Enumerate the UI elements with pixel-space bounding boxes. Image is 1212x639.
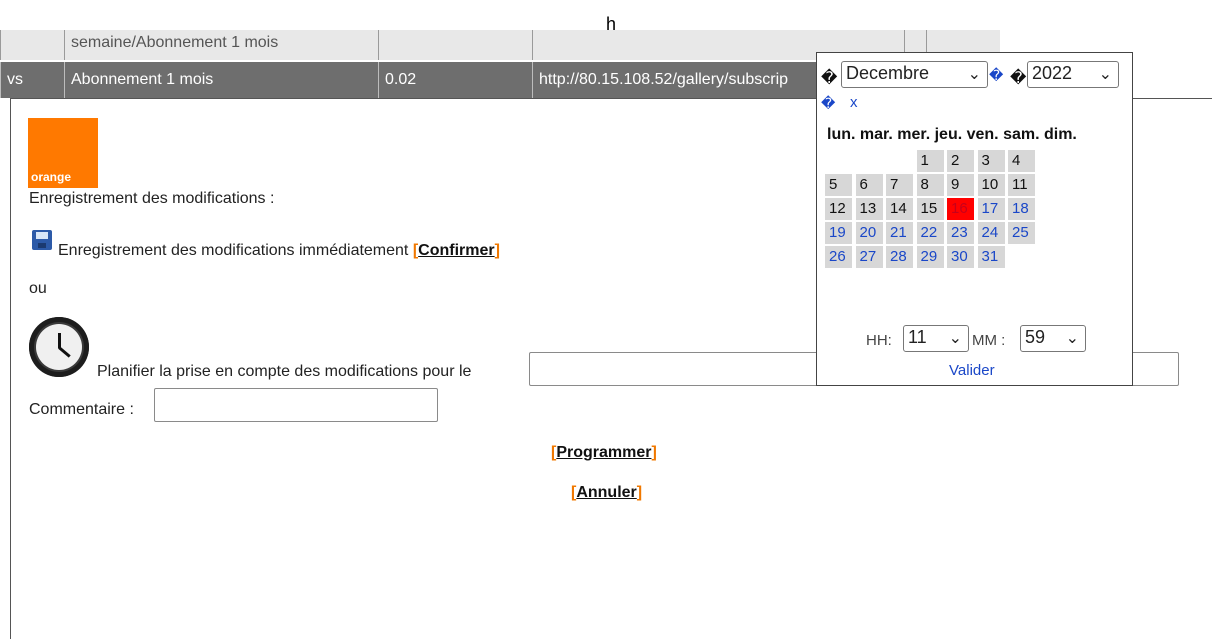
calendar-day[interactable]: 2 [947, 150, 974, 172]
calendar-day[interactable]: 4 [1008, 150, 1035, 172]
table-cell: http://80.15.108.52/gallery/subscrip [532, 62, 832, 98]
minute-select[interactable]: 59 ⌄ [1020, 325, 1086, 352]
next-month-glyph[interactable]: � [989, 67, 1003, 84]
save-icon [32, 230, 52, 250]
table-cell: vs [0, 62, 64, 98]
calendar-day[interactable]: 18 [1008, 198, 1035, 220]
table-cell: Abonnement 1 mois [64, 62, 378, 98]
calendar-day[interactable]: 19 [825, 222, 852, 244]
immediate-text: Enregistrement des modifications immédia… [58, 242, 409, 259]
validate-link[interactable]: Valider [949, 362, 995, 379]
next-year-glyph[interactable]: � [821, 95, 835, 112]
program-link[interactable]: Programmer [556, 444, 651, 461]
month-select[interactable]: Decembre ⌄ [841, 61, 988, 88]
comment-input[interactable] [154, 388, 438, 422]
calendar-day[interactable]: 28 [886, 246, 913, 268]
chevron-down-icon: ⌄ [967, 66, 981, 83]
orange-logo: orange [28, 118, 98, 188]
calendar-popup: � Decembre ⌄ � � 2022 ⌄ � x lun. mar. me… [816, 52, 1133, 386]
prev-year-glyph[interactable]: � [1010, 68, 1026, 88]
hour-select[interactable]: 11 ⌄ [903, 325, 969, 352]
clock-icon [29, 317, 89, 377]
calendar-day[interactable]: 25 [1008, 222, 1035, 244]
calendar-day[interactable]: 22 [916, 222, 944, 244]
calendar-day[interactable]: 21 [886, 222, 913, 244]
bracket-close: ] [651, 444, 657, 461]
table-cell [378, 30, 532, 60]
calendar-day[interactable]: 10 [977, 174, 1005, 196]
comment-label: Commentaire : [29, 401, 134, 418]
bracket-close: ] [494, 242, 500, 259]
calendar-day[interactable]: 13 [855, 198, 883, 220]
bracket-close: ] [636, 484, 643, 501]
table-cell: 0.02 [378, 62, 532, 98]
cancel-link[interactable]: Annuler [576, 484, 636, 501]
table-cell: semaine/Abonnement 1 mois [64, 30, 378, 60]
confirm-link[interactable]: Confirmer [418, 242, 494, 259]
calendar-day[interactable]: 26 [825, 246, 852, 268]
hour-label: HH: [866, 332, 892, 349]
calendar-day[interactable]: 15 [916, 198, 944, 220]
calendar-day[interactable]: 30 [947, 246, 974, 268]
calendar-day[interactable]: 12 [825, 198, 852, 220]
program-action: [Programmer] [551, 444, 657, 462]
calendar-day[interactable]: 1 [916, 150, 944, 172]
calendar-day[interactable]: 20 [855, 222, 883, 244]
calendar-day[interactable]: 27 [855, 246, 883, 268]
calendar-day[interactable]: 11 [1008, 174, 1035, 196]
minute-value: 59 [1025, 327, 1046, 347]
calendar-day[interactable]: 14 [886, 198, 913, 220]
plan-label: Planifier la prise en compte des modific… [97, 363, 472, 380]
table-cell [0, 30, 64, 60]
calendar-day[interactable]: 6 [855, 174, 883, 196]
year-select[interactable]: 2022 ⌄ [1027, 61, 1119, 88]
chevron-down-icon: ⌄ [1098, 66, 1112, 83]
calendar-day[interactable]: 23 [947, 222, 974, 244]
or-text: ou [29, 280, 47, 297]
calendar-day[interactable]: 5 [825, 174, 852, 196]
calendar-day-today[interactable]: 16 [947, 198, 974, 220]
calendar-day[interactable]: 31 [977, 246, 1005, 268]
logo-text: orange [31, 170, 72, 184]
calendar-day[interactable]: 9 [947, 174, 974, 196]
prev-month-glyph[interactable]: � [821, 68, 837, 88]
close-button[interactable]: x [850, 94, 858, 111]
calendar-day[interactable]: 3 [977, 150, 1005, 172]
chevron-down-icon: ⌄ [948, 330, 962, 347]
hour-value: 11 [908, 327, 927, 347]
minute-label: MM : [972, 332, 1006, 349]
month-value: Decembre [846, 63, 930, 83]
calendar-day[interactable]: 8 [916, 174, 944, 196]
calendar-day[interactable]: 7 [886, 174, 913, 196]
immediate-row: Enregistrement des modifications immédia… [58, 242, 500, 260]
weekday-header: lun. mar. mer. jeu. ven. sam. dim. [827, 126, 1077, 143]
calendar-day[interactable]: 17 [977, 198, 1005, 220]
year-value: 2022 [1032, 63, 1073, 83]
chevron-down-icon: ⌄ [1065, 330, 1079, 347]
calendar-day[interactable]: 24 [977, 222, 1005, 244]
dialog-heading: Enregistrement des modifications : [29, 190, 275, 207]
calendar-day[interactable]: 29 [916, 246, 944, 268]
cancel-action: [Annuler] [571, 484, 642, 502]
